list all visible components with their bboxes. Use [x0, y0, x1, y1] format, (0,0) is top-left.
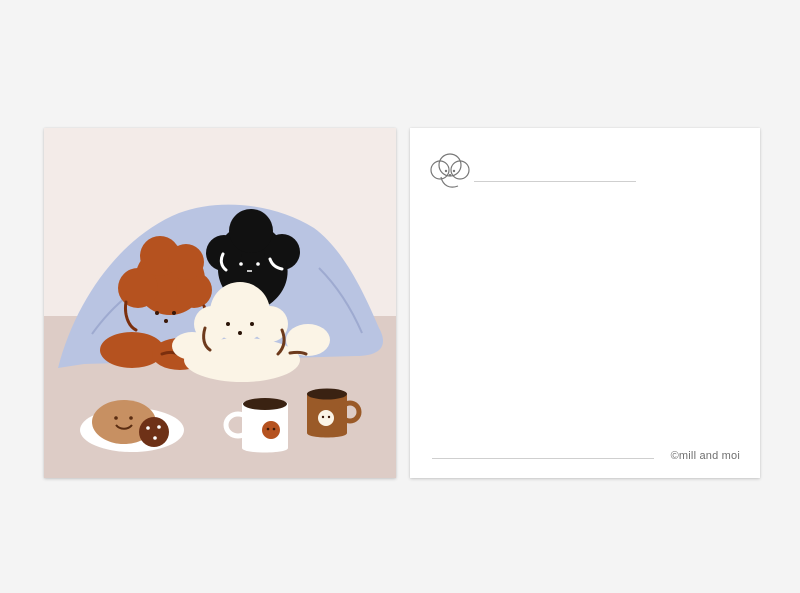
product-preview: ©mill and moi — [0, 0, 800, 593]
brand-text: ©mill and moi — [670, 450, 740, 462]
address-line-bottom — [432, 458, 654, 459]
postcard-front — [44, 128, 396, 478]
postcard-back: ©mill and moi — [410, 128, 760, 478]
postcard-illustration — [44, 128, 396, 478]
address-line-top — [474, 181, 636, 182]
